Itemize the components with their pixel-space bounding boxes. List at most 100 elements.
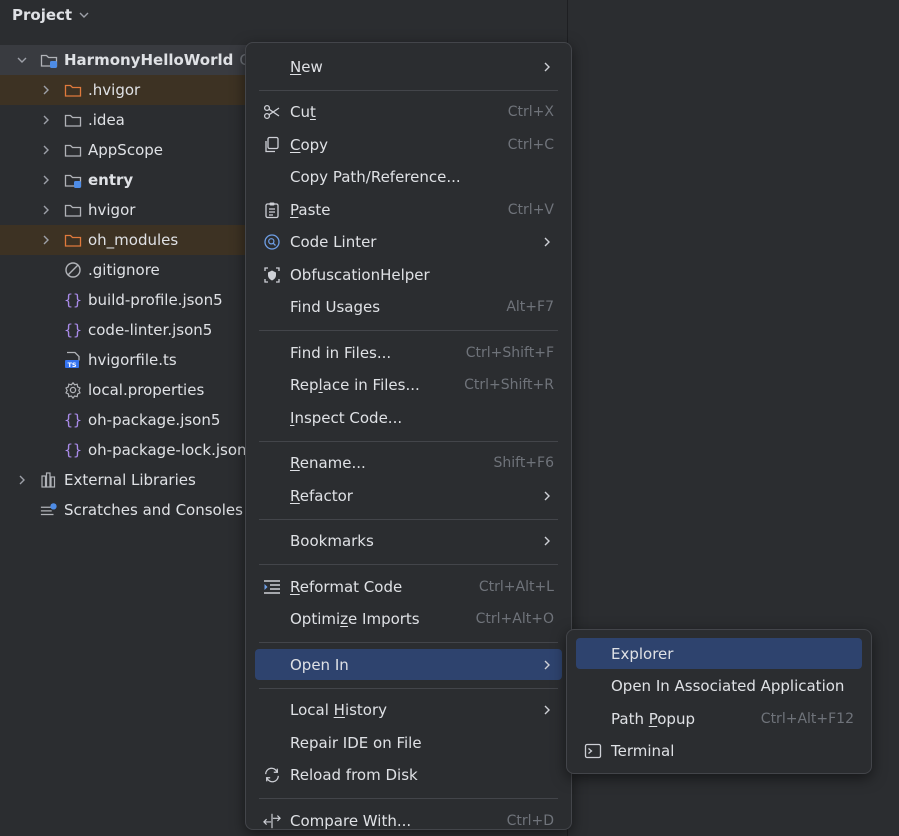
tree-row-build-profile-json5[interactable]: {} build-profile.json5 <box>0 285 286 315</box>
menu-item-shortcut: Ctrl+V <box>507 201 554 218</box>
menu-item-reload-from-disk[interactable]: Reload from Disk <box>255 760 562 791</box>
chevron-right-icon <box>542 490 552 502</box>
menu-item-compare-with[interactable]: Compare With... Ctrl+D <box>255 805 562 836</box>
compare-icon <box>263 812 281 830</box>
tree-item-label: local.properties <box>88 381 205 399</box>
folder-icon <box>64 141 82 159</box>
library-icon <box>40 471 58 489</box>
tree-row-harmonyhelloworld[interactable]: HarmonyHelloWorldC:\ <box>0 45 262 75</box>
submenu-item-terminal[interactable]: Terminal <box>576 736 862 767</box>
chevron-right-icon <box>40 324 52 336</box>
json-icon: {} <box>64 411 82 429</box>
svg-text:{}: {} <box>64 291 82 309</box>
menu-item-reformat-code[interactable]: Reformat Code Ctrl+Alt+L <box>255 571 562 602</box>
tree-row-code-linter-json5[interactable]: {} code-linter.json5 <box>0 315 286 345</box>
chevron-down-icon[interactable] <box>16 54 28 66</box>
chevron-right-icon[interactable] <box>40 114 52 126</box>
submenu-item-label: Terminal <box>611 742 675 760</box>
menu-item-bookmarks[interactable]: Bookmarks <box>255 526 562 557</box>
menu-item-replace-in-files[interactable]: Replace in Files... Ctrl+Shift+R <box>255 370 562 401</box>
context-menu: New Cut Ctrl+X Copy Ctrl+C Copy Path/Referenc… <box>245 42 572 830</box>
tree-item-label: entry <box>88 171 134 189</box>
submenu-item-label: Path Popup <box>611 709 695 728</box>
menu-separator <box>259 440 558 442</box>
menu-item-optimize-imports[interactable]: Optimize Imports Ctrl+Alt+O <box>255 604 562 635</box>
submenu-item-label: Explorer <box>611 644 674 663</box>
menu-item-label: Reload from Disk <box>290 766 418 784</box>
tree-row-hvigorfile-ts[interactable]: TS hvigorfile.ts <box>0 345 286 375</box>
tree-row-appscope[interactable]: AppScope <box>0 135 286 165</box>
menu-item-inspect-code[interactable]: Inspect Code... <box>255 402 562 433</box>
menu-item-label: Code Linter <box>290 233 377 251</box>
tree-row-hvigor[interactable]: .hvigor <box>0 75 286 105</box>
chevron-right-icon[interactable] <box>40 144 52 156</box>
tree-item-label: .hvigor <box>88 81 141 99</box>
menu-item-repair-ide-on-file[interactable]: Repair IDE on File <box>255 727 562 758</box>
chevron-right-icon[interactable] <box>40 234 52 246</box>
tree-item-label: External Libraries <box>64 471 196 489</box>
tree-row-gitignore[interactable]: .gitignore <box>0 255 286 285</box>
tree-row-oh-package-json5[interactable]: {} oh-package.json5 <box>0 405 286 435</box>
tree-item-label: oh_modules <box>88 231 179 249</box>
terminal-icon <box>584 742 602 760</box>
menu-item-label: Paste <box>290 200 331 219</box>
menu-item-cut[interactable]: Cut Ctrl+X <box>255 97 562 128</box>
menu-item-open-in[interactable]: Open In <box>255 649 562 680</box>
menu-item-copy[interactable]: Copy Ctrl+C <box>255 129 562 160</box>
linter-icon <box>263 233 281 251</box>
menu-item-label: ObfuscationHelper <box>290 265 430 284</box>
menu-item-shortcut: Ctrl+Shift+R <box>464 377 554 393</box>
json-icon: {} <box>64 321 82 339</box>
chevron-right-icon <box>40 264 52 276</box>
tree-item-label: oh-package-lock.json5 <box>88 441 257 459</box>
clipboard-icon <box>263 201 281 219</box>
menu-item-shortcut: Ctrl+X <box>507 104 554 120</box>
chevron-right-icon <box>542 236 552 248</box>
menu-item-find-in-files[interactable]: Find in Files... Ctrl+Shift+F <box>255 337 562 368</box>
project-panel-header[interactable]: Project <box>12 4 90 26</box>
tree-row-entry[interactable]: entry <box>0 165 286 195</box>
menu-item-paste[interactable]: Paste Ctrl+V <box>255 194 562 225</box>
tree-item-label: AppScope <box>88 141 163 159</box>
ignore-file-icon <box>64 261 82 279</box>
menu-item-code-linter[interactable]: Code Linter <box>255 227 562 258</box>
tree-row-local-properties[interactable]: local.properties <box>0 375 286 405</box>
chevron-right-icon[interactable] <box>40 174 52 186</box>
chevron-right-icon <box>542 61 552 73</box>
svg-text:{}: {} <box>64 441 82 459</box>
chevron-right-icon[interactable] <box>16 474 28 486</box>
menu-item-local-history[interactable]: Local History <box>255 695 562 726</box>
submenu-item-open-in-associated-application[interactable]: Open In Associated Application <box>576 671 862 702</box>
menu-separator <box>259 687 558 689</box>
menu-item-new[interactable]: New <box>255 51 562 82</box>
tree-row-hvigor[interactable]: hvigor <box>0 195 286 225</box>
tree-row-idea[interactable]: .idea <box>0 105 286 135</box>
menu-item-refactor[interactable]: Refactor <box>255 480 562 511</box>
chevron-right-icon <box>542 659 552 671</box>
menu-item-shortcut: Ctrl+Alt+L <box>478 578 554 595</box>
menu-item-label: New <box>290 57 323 76</box>
chevron-right-icon[interactable] <box>40 204 52 216</box>
chevron-right-icon[interactable] <box>40 84 52 96</box>
submenu-item-label: Open In Associated Application <box>611 677 845 695</box>
svg-text:{}: {} <box>64 411 82 429</box>
tree-item-label: hvigor <box>88 201 136 219</box>
menu-item-rename[interactable]: Rename... Shift+F6 <box>255 448 562 479</box>
tree-row-scratches-and-consoles[interactable]: Scratches and Consoles <box>0 495 262 525</box>
folder-orange-icon <box>64 81 82 99</box>
menu-item-shortcut: Ctrl+Shift+F <box>465 344 554 361</box>
tree-item-label: .idea <box>88 111 125 129</box>
menu-item-find-usages[interactable]: Find Usages Alt+F7 <box>255 292 562 323</box>
menu-item-copy-path-reference[interactable]: Copy Path/Reference... <box>255 162 562 193</box>
tree-row-external-libraries[interactable]: External Libraries <box>0 465 262 495</box>
tree-item-label: hvigorfile.ts <box>88 351 177 369</box>
submenu-item-explorer[interactable]: Explorer <box>576 638 862 669</box>
tree-row-oh-package-lock-json5[interactable]: {} oh-package-lock.json5 <box>0 435 286 465</box>
tree-row-oh-modules[interactable]: oh_modules <box>0 225 286 255</box>
menu-separator <box>259 564 558 565</box>
menu-item-obfuscationhelper[interactable]: ObfuscationHelper <box>255 259 562 290</box>
submenu-item-path-popup[interactable]: Path Popup Ctrl+Alt+F12 <box>576 703 862 734</box>
module-folder-icon <box>40 51 58 69</box>
submenu-item-shortcut: Ctrl+Alt+F12 <box>760 710 854 727</box>
menu-item-label: Reformat Code <box>290 577 403 596</box>
